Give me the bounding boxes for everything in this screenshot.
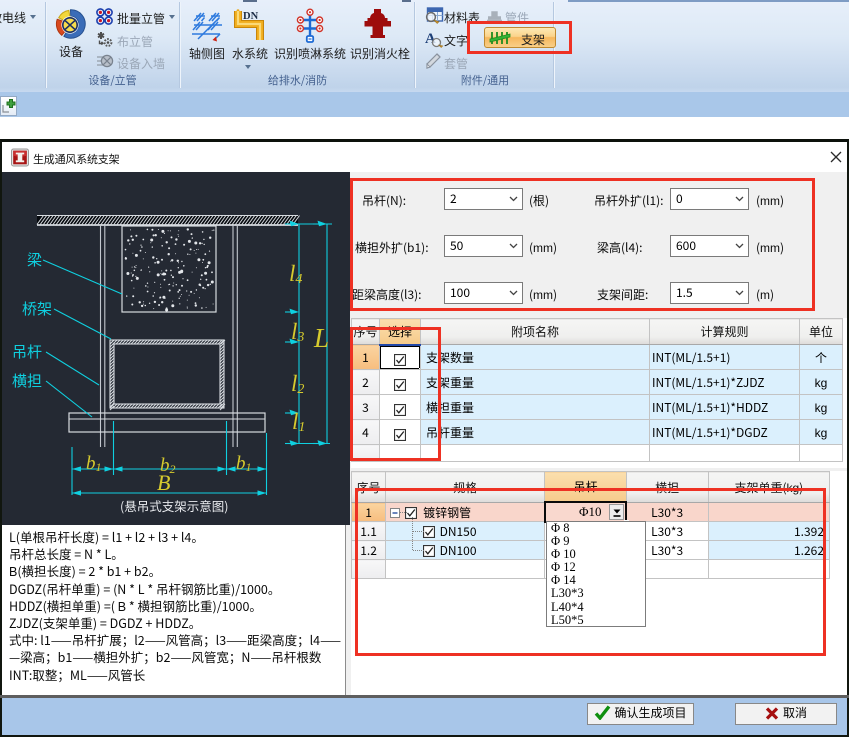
- svg-text:(悬吊式支架示意图): (悬吊式支架示意图): [120, 496, 228, 515]
- svg-text:横担: 横担: [12, 370, 42, 391]
- svg-text:b1: b1: [236, 453, 252, 474]
- svg-text:B: B: [157, 470, 170, 495]
- svg-text:L: L: [313, 323, 329, 353]
- svg-text:l4: l4: [289, 261, 302, 287]
- svg-text:b1: b1: [86, 453, 102, 474]
- svg-text:l2: l2: [291, 371, 304, 397]
- svg-text:吊杆: 吊杆: [12, 341, 42, 362]
- svg-text:l3: l3: [291, 319, 304, 345]
- svg-text:DN: DN: [243, 11, 259, 22]
- svg-text:桥架: 桥架: [22, 298, 52, 319]
- svg-text:梁: 梁: [27, 249, 42, 270]
